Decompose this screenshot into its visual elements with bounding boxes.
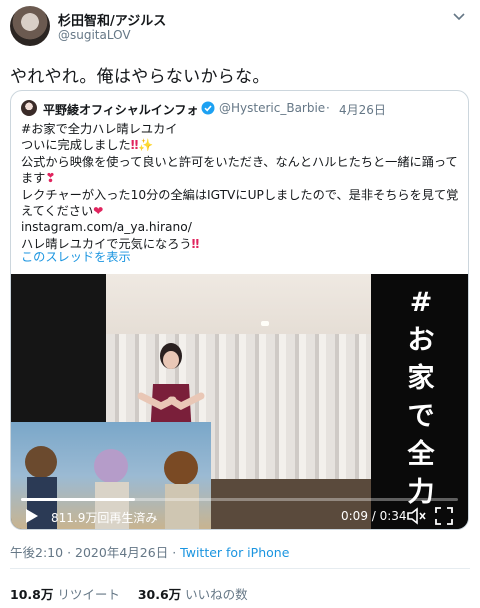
ceiling-lamp	[261, 321, 269, 326]
quoted-date[interactable]: 4月26日	[339, 101, 386, 118]
vertical-char: 家	[407, 363, 435, 394]
tweet-source[interactable]: Twitter for iPhone	[180, 545, 289, 560]
heart-emoji: ❤	[93, 204, 104, 219]
avatar[interactable]	[10, 6, 50, 46]
quoted-author-name[interactable]: 平野綾オフィシャルインフォ	[43, 101, 198, 118]
volume-muted-icon[interactable]	[406, 507, 426, 525]
author-handle[interactable]: @sugitaLOV	[58, 28, 131, 42]
dot-separator: ·	[67, 545, 72, 560]
view-count: 811.9万回再生済み	[51, 511, 158, 525]
exclaim-sparkle-emoji: ‼✨	[130, 138, 154, 153]
video-time: 0:09 / 0:34	[341, 509, 407, 523]
quoted-author-handle[interactable]: @Hysteric_Barbie	[219, 101, 325, 115]
quoted-tweet[interactable]: 平野綾オフィシャルインフォ @Hysteric_Barbie · 4月26日 #…	[10, 90, 469, 530]
tweet-text: やれやれ。俺はやらないからな。	[10, 67, 270, 87]
quoted-line-2-text: ついに完成しました	[21, 138, 131, 153]
vertical-char: で	[407, 401, 435, 432]
video-dark-panel	[11, 274, 106, 422]
quoted-avatar[interactable]	[21, 100, 37, 116]
author-name[interactable]: 杉田智和/アジルス	[58, 10, 166, 29]
quoted-line-4: レクチャーが入った10分の全編はIGTVにUPしましたので、是非そちらを見て覚え…	[21, 187, 459, 220]
quoted-header: 平野綾オフィシャルインフォ @Hysteric_Barbie · 4月26日	[21, 99, 461, 119]
heart-exclamation-emoji: ❣	[45, 171, 56, 186]
verified-badge-icon	[201, 101, 215, 115]
divider	[10, 568, 470, 569]
play-icon[interactable]	[25, 508, 39, 524]
video-vertical-title: # お 家 で 全 力	[399, 284, 443, 512]
tweet-header: 杉田智和/アジルス @sugitaLOV	[10, 6, 470, 50]
quoted-line-3-text: 公式から映像を使って良いと許可をいただき、なんとハルヒたちと一緒に踊ってます	[21, 154, 458, 186]
quoted-text: #お家で全力ハレ晴レユカイ ついに完成しました‼✨ 公式から映像を使って良いと許…	[21, 121, 459, 252]
quoted-line-4-text: レクチャーが入った10分の全編はIGTVにUPしましたので、是非そちらを見て覚え…	[21, 187, 459, 219]
vertical-char: 全	[407, 439, 435, 470]
double-exclaim-emoji: ‼	[191, 236, 200, 251]
tweet-meta: 午後2:10 · 2020年4月26日 · Twitter for iPhone	[10, 542, 289, 561]
fullscreen-icon[interactable]	[435, 507, 453, 525]
like-label[interactable]: いいねの数	[185, 587, 248, 602]
vertical-char: #	[409, 287, 433, 318]
video-player[interactable]: # お 家 で 全 力 811.9万回再生済み 0:09 / 0:34	[11, 274, 468, 529]
dot-separator: ·	[326, 101, 330, 115]
like-count[interactable]: 30.6万	[138, 587, 181, 602]
retweet-count[interactable]: 10.8万	[10, 587, 53, 602]
quoted-line-2: ついに完成しました‼✨	[21, 137, 459, 153]
instagram-link[interactable]: instagram.com/a_ya.hirano/	[21, 219, 459, 235]
tweet-stats: 10.8万 リツイート 30.6万 いいねの数	[10, 584, 262, 603]
progress-fill	[21, 498, 135, 501]
show-thread-link[interactable]: このスレッドを表示	[21, 247, 131, 265]
quoted-line-3: 公式から映像を使って良いと許可をいただき、なんとハルヒたちと一緒に踊ってます❣	[21, 154, 459, 187]
quoted-line-hashtag[interactable]: #お家で全力ハレ晴レユカイ	[21, 121, 459, 137]
vertical-char: お	[407, 325, 435, 356]
chevron-down-icon[interactable]	[450, 8, 468, 26]
video-controls: 811.9万回再生済み 0:09 / 0:34	[11, 494, 468, 529]
tweet-time[interactable]: 午後2:10	[10, 545, 63, 560]
tweet-date[interactable]: 2020年4月26日	[75, 545, 168, 560]
retweet-label[interactable]: リツイート	[57, 587, 120, 602]
dot-separator: ·	[172, 545, 177, 560]
